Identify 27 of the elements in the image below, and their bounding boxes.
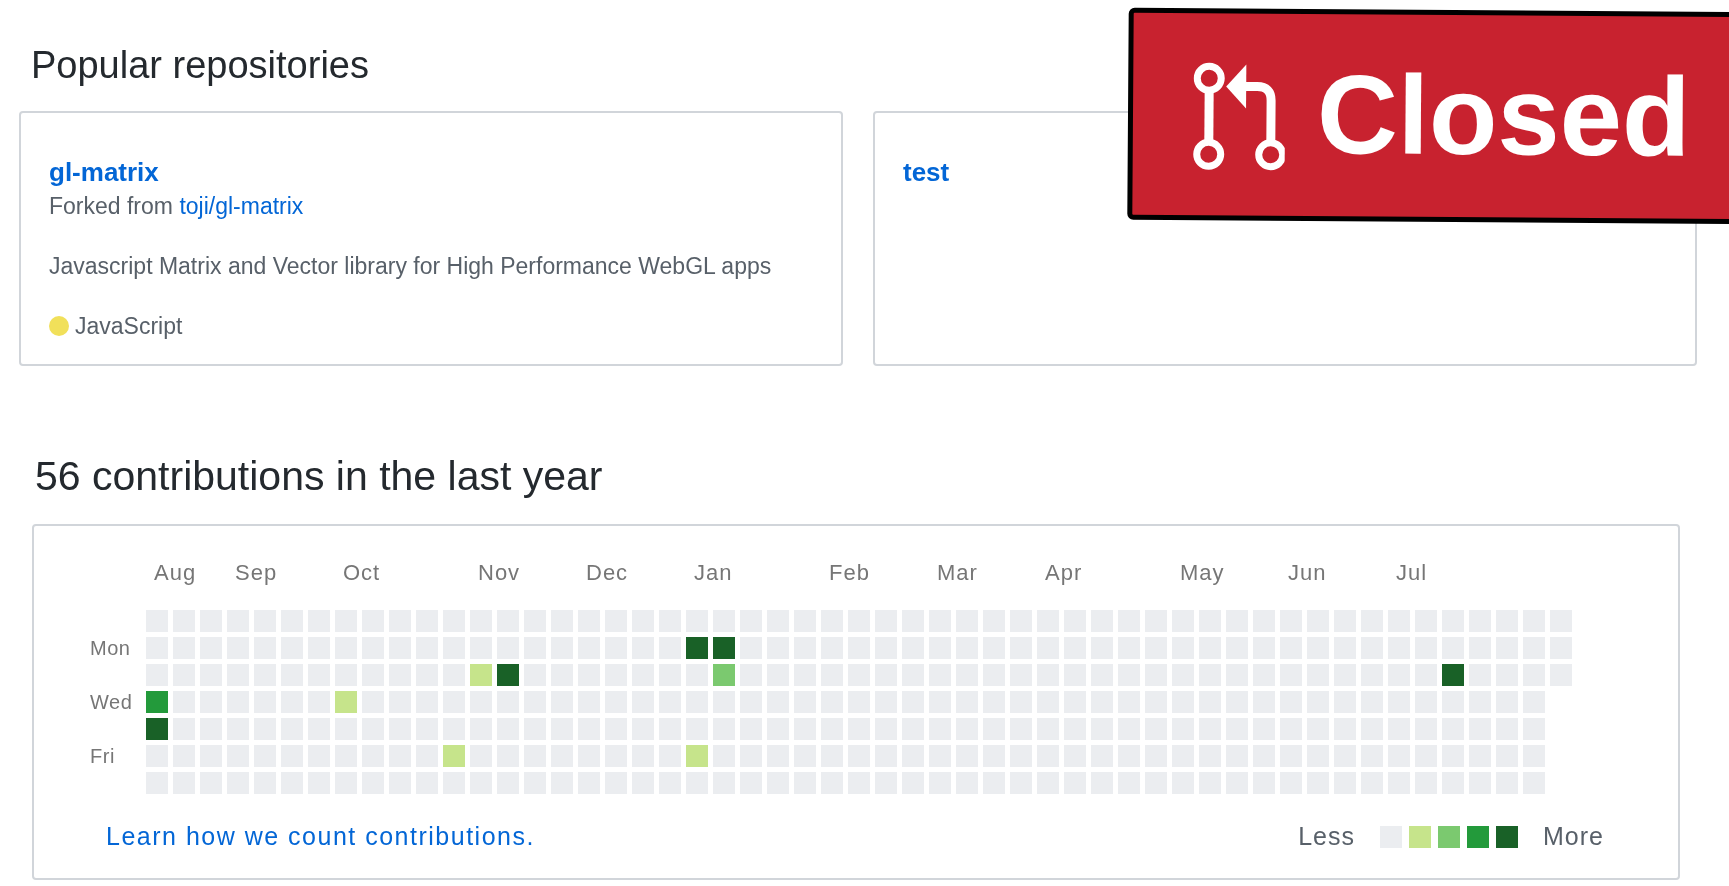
month-label: Sep [235, 560, 278, 586]
month-label: Aug [154, 560, 197, 586]
badge-label: Closed [1316, 59, 1691, 174]
section-heading: Popular repositories [31, 43, 369, 87]
repository-link[interactable]: test [903, 155, 950, 189]
month-label: Mar [937, 560, 978, 586]
contributions-heading: 56 contributions in the last year [35, 452, 603, 500]
repository-link[interactable]: gl-matrix [49, 155, 159, 189]
month-label: Jul [1396, 560, 1428, 586]
month-label: Oct [343, 560, 381, 586]
month-label: May [1180, 560, 1225, 586]
month-label: Nov [478, 560, 521, 586]
fork-note: Forked from toji/gl-matrix [49, 192, 304, 221]
month-label: Apr [1045, 560, 1083, 586]
legend-more-label: More [1543, 821, 1604, 852]
weekday-label: Wed [90, 691, 133, 713]
month-label: Jun [1288, 560, 1327, 586]
weekday-label: Fri [90, 745, 115, 767]
fork-source-link[interactable]: toji/gl-matrix [179, 193, 304, 219]
language-label: JavaScript [75, 312, 183, 341]
weekday-label: Mon [90, 637, 131, 659]
month-label: Jan [694, 560, 733, 586]
repository-description: Javascript Matrix and Vector library for High Performance WebGL apps [49, 252, 772, 281]
legend-less-label: Less [1298, 821, 1356, 852]
learn-link[interactable]: Learn how we count contributions. [106, 818, 535, 856]
month-label: Dec [586, 560, 629, 586]
month-label: Feb [829, 560, 870, 586]
